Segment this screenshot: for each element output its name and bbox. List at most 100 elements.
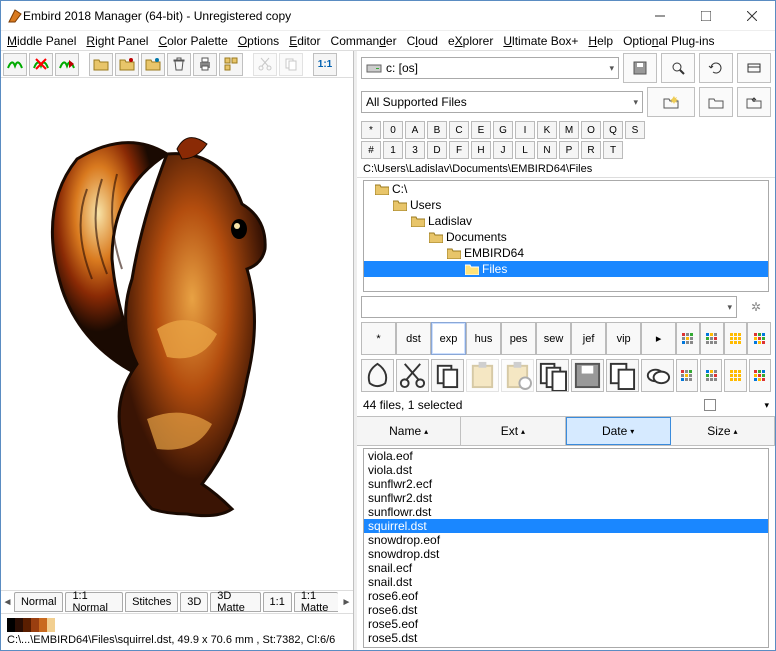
tree-node[interactable]: Ladislav (364, 213, 768, 229)
tb-trash[interactable] (167, 53, 191, 76)
menu-right-panel[interactable]: Right Panel (86, 34, 148, 48)
btn-grid1[interactable] (676, 359, 698, 392)
btn-new-folder[interactable] (647, 87, 695, 117)
ext-tab-hus[interactable]: hus (466, 322, 501, 355)
alpha-all[interactable]: * (361, 121, 381, 139)
tabs-scroll-left[interactable]: ◄ (1, 592, 14, 612)
btn-grid3[interactable] (724, 359, 746, 392)
view-grid-0[interactable] (676, 322, 700, 355)
search-combo[interactable]: ▾ (361, 296, 737, 318)
file-row[interactable]: rose6.dst (364, 603, 768, 617)
btn-shape[interactable] (361, 359, 394, 392)
file-row[interactable]: snail.dst (364, 575, 768, 589)
tree-node[interactable]: C:\ (364, 181, 768, 197)
tb-cut[interactable] (253, 53, 277, 76)
file-row[interactable]: squirrel.dst (364, 519, 768, 533)
ext-tab-vip[interactable]: vip (606, 322, 641, 355)
tb-print[interactable] (193, 53, 217, 76)
tb-arrange[interactable] (219, 53, 243, 76)
folder-tree[interactable]: C:\UsersLadislavDocumentsEMBIRD64Files (363, 180, 769, 292)
tb-open2[interactable] (115, 53, 139, 76)
options-dropdown[interactable]: ▾ (764, 400, 769, 411)
tab-3d-matte[interactable]: 3D Matte (210, 592, 260, 612)
filter-combo[interactable]: All Supported Files ▾ (361, 91, 643, 113)
file-row[interactable]: sunflwr2.ecf (364, 477, 768, 491)
menu-help[interactable]: Help (588, 34, 613, 48)
btn-copy[interactable] (431, 359, 464, 392)
btn-paste[interactable] (466, 359, 499, 392)
tree-node[interactable]: Documents (364, 229, 768, 245)
file-row[interactable]: rose5.dst (364, 631, 768, 645)
file-row[interactable]: sunflowr.dst (364, 505, 768, 519)
file-row[interactable]: sunflwr2.dst (364, 491, 768, 505)
header-ext[interactable]: Ext▴ (461, 417, 565, 445)
tb-stitch-stop[interactable] (29, 53, 53, 76)
ext-tab-sew[interactable]: sew (536, 322, 571, 355)
tb-stitch-play[interactable] (55, 53, 79, 76)
btn-docs[interactable] (536, 359, 569, 392)
tabs-scroll-right[interactable]: ► (340, 592, 353, 612)
file-row[interactable]: rose6.eof (364, 589, 768, 603)
menu-editor[interactable]: Editor (289, 34, 320, 48)
file-row[interactable]: snowdrop.dst (364, 547, 768, 561)
tb-stitch-green[interactable] (3, 53, 27, 76)
btn-card[interactable] (737, 53, 771, 83)
ext-tab-dst[interactable]: dst (396, 322, 431, 355)
tab-11-matte[interactable]: 1:1 Matte (294, 592, 338, 612)
close-button[interactable] (729, 1, 775, 31)
btn-folder[interactable] (699, 87, 733, 117)
file-row[interactable]: rose4.eof (364, 645, 768, 648)
btn-grid2[interactable] (700, 359, 722, 392)
menu-optional-plugins[interactable]: Optional Plug-ins (623, 34, 714, 48)
btn-paste2[interactable] (501, 359, 534, 392)
ext-tab-*[interactable]: * (361, 322, 396, 355)
btn-cloud-sync[interactable] (641, 359, 674, 392)
tree-node[interactable]: Files (364, 261, 768, 277)
tree-node[interactable]: EMBIRD64 (364, 245, 768, 261)
view-grid-1[interactable] (700, 322, 724, 355)
header-date[interactable]: Date▾ (566, 417, 671, 445)
tb-copy[interactable] (279, 53, 303, 76)
menu-explorer[interactable]: eXplorer (448, 34, 493, 48)
select-all-checkbox[interactable] (704, 399, 716, 411)
btn-save[interactable] (571, 359, 604, 392)
tab-11-normal[interactable]: 1:1 Normal (65, 592, 123, 612)
btn-duplicate[interactable] (606, 359, 639, 392)
drive-combo[interactable]: c: [os] ▾ (361, 57, 619, 79)
tab-11[interactable]: 1:1 (263, 592, 292, 612)
header-size[interactable]: Size▴ (671, 417, 775, 445)
file-row[interactable]: viola.eof (364, 449, 768, 463)
tb-open3[interactable] (141, 53, 165, 76)
btn-grid4[interactable] (749, 359, 771, 392)
maximize-button[interactable] (683, 1, 729, 31)
view-grid-3[interactable] (747, 322, 771, 355)
menu-middle-panel[interactable]: Middle Panel (7, 34, 76, 48)
tab-stitches[interactable]: Stitches (125, 592, 178, 612)
menu-ultimate-box[interactable]: Ultimate Box+ (503, 34, 578, 48)
ext-tab-jef[interactable]: jef (571, 322, 606, 355)
minimize-button[interactable] (637, 1, 683, 31)
file-row[interactable]: viola.dst (364, 463, 768, 477)
file-row[interactable]: rose5.eof (364, 617, 768, 631)
btn-refresh[interactable] (699, 53, 733, 83)
menu-cloud[interactable]: Cloud (407, 34, 438, 48)
file-row[interactable]: snowdrop.eof (364, 533, 768, 547)
tb-open1[interactable] (89, 53, 113, 76)
btn-folder-up[interactable] (737, 87, 771, 117)
ext-tab-▸[interactable]: ▸ (641, 322, 676, 355)
btn-save-disk[interactable] (623, 53, 657, 83)
menu-color-palette[interactable]: Color Palette (158, 34, 227, 48)
tb-zoom-actual[interactable]: 1:1 (313, 53, 337, 76)
view-grid-2[interactable] (724, 322, 748, 355)
menu-options[interactable]: Options (238, 34, 279, 48)
tree-node[interactable]: Users (364, 197, 768, 213)
tab-3d[interactable]: 3D (180, 592, 208, 612)
ext-tab-pes[interactable]: pes (501, 322, 536, 355)
tab-normal[interactable]: Normal (14, 592, 63, 612)
btn-cut[interactable] (396, 359, 429, 392)
btn-zoom[interactable] (661, 53, 695, 83)
ext-tab-exp[interactable]: exp (431, 322, 466, 355)
file-list[interactable]: viola.eofviola.dstsunflwr2.ecfsunflwr2.d… (363, 448, 769, 648)
header-name[interactable]: Name▴ (357, 417, 461, 445)
file-row[interactable]: snail.ecf (364, 561, 768, 575)
